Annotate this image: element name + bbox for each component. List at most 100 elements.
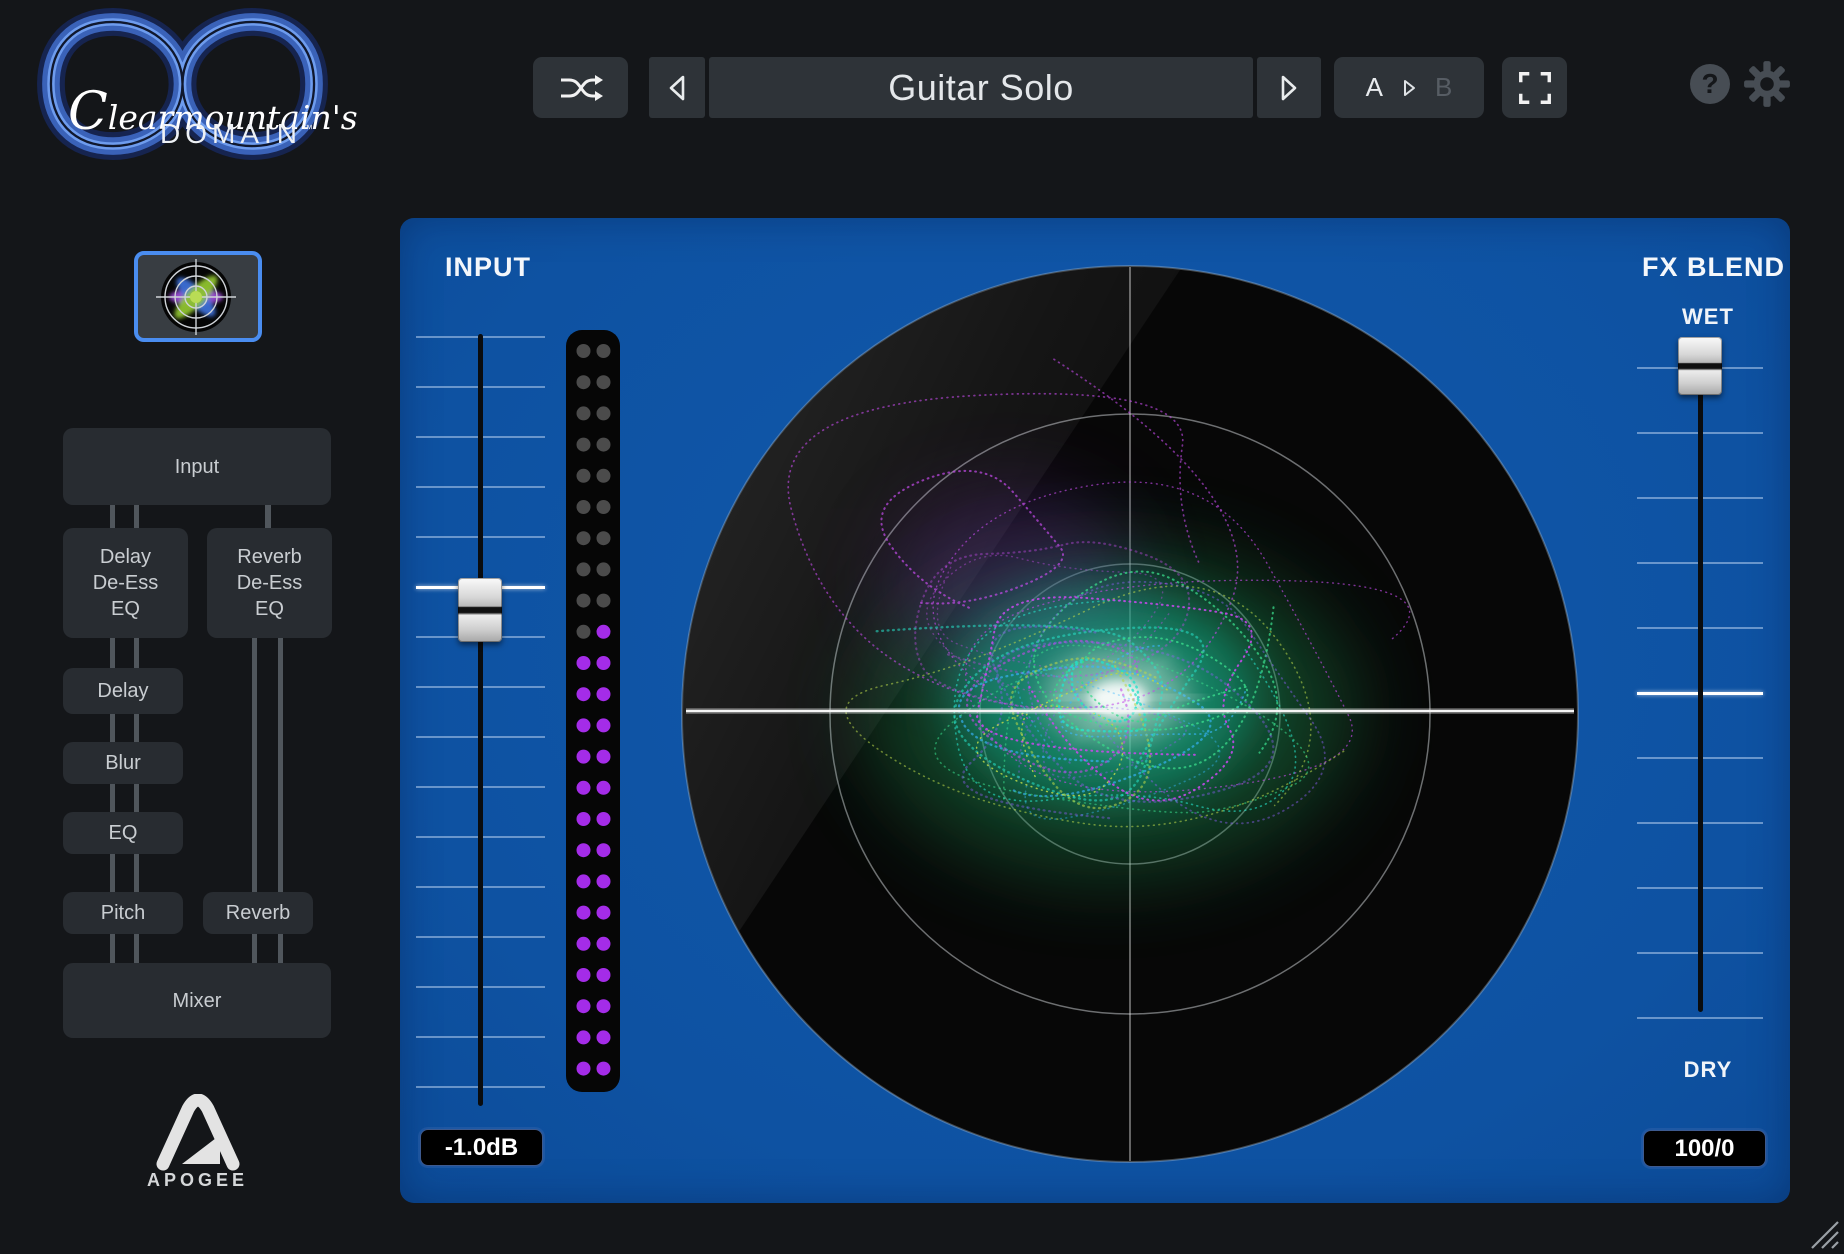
- meter-led: [597, 375, 611, 389]
- fx-fader-track[interactable]: [1698, 350, 1703, 1012]
- trademark: ™: [302, 124, 313, 136]
- meter-led: [597, 406, 611, 420]
- flow-box-input[interactable]: Input: [63, 428, 331, 505]
- settings-button[interactable]: [1742, 59, 1792, 109]
- next-preset-button[interactable]: [1257, 57, 1321, 118]
- flow-connector-line: [134, 934, 139, 963]
- flow-label: Delay: [97, 678, 148, 704]
- flow-label: Input: [175, 454, 219, 480]
- flow-connector-line: [110, 934, 115, 963]
- meter-led: [577, 843, 591, 857]
- flow-connector-line: [252, 638, 257, 892]
- expand-window-button[interactable]: [1502, 57, 1567, 118]
- input-section-label: INPUT: [445, 252, 531, 283]
- scope-thumbnail-button[interactable]: [134, 251, 262, 342]
- ab-b-label: B: [1435, 72, 1452, 103]
- meter-led: [597, 594, 611, 608]
- shuffle-preset-button[interactable]: [533, 57, 628, 118]
- flow-connector-line: [134, 638, 139, 668]
- flow-connector-line: [134, 505, 139, 528]
- flow-box-pitch[interactable]: Pitch: [63, 892, 183, 934]
- preset-name-field[interactable]: Guitar Solo: [709, 57, 1253, 118]
- meter-led: [577, 1030, 591, 1044]
- flow-box-reverb-deess-eq[interactable]: Reverb De-Ess EQ: [207, 528, 332, 638]
- meter-led: [577, 718, 591, 732]
- resize-grip[interactable]: [1804, 1214, 1840, 1250]
- flow-box-blur[interactable]: Blur: [63, 742, 183, 784]
- flow-box-eq[interactable]: EQ: [63, 812, 183, 854]
- flow-box-delay-deess-eq[interactable]: Delay De-Ess EQ: [63, 528, 188, 638]
- fader-tick: [1637, 1017, 1763, 1019]
- dry-label: DRY: [1648, 1057, 1768, 1083]
- meter-led: [597, 656, 611, 670]
- flow-connector-line: [134, 784, 139, 812]
- meter-led: [597, 625, 611, 639]
- flow-connector-line: [110, 784, 115, 812]
- right-triangle-icon: [1278, 73, 1300, 103]
- gear-icon: [1742, 59, 1792, 109]
- ab-arrow-icon: [1401, 78, 1417, 98]
- meter-led: [577, 469, 591, 483]
- plugin-window: Clearmountain's DOMAIN™ Guitar Solo A B: [0, 0, 1844, 1254]
- input-fader-handle[interactable]: [458, 578, 502, 642]
- flow-label: EQ: [109, 820, 138, 846]
- meter-led: [577, 406, 591, 420]
- meter-led: [577, 531, 591, 545]
- meter-led: [597, 1062, 611, 1076]
- flow-box-delay[interactable]: Delay: [63, 668, 183, 714]
- flow-connector-line: [110, 714, 115, 742]
- question-mark-icon: ?: [1701, 68, 1718, 100]
- flow-label: De-Ess: [93, 570, 159, 596]
- left-triangle-icon: [666, 73, 688, 103]
- meter-led: [597, 750, 611, 764]
- meter-led: [577, 500, 591, 514]
- flow-label: Reverb: [226, 900, 290, 926]
- wet-label: WET: [1648, 304, 1768, 330]
- meter-led: [577, 781, 591, 795]
- meter-led: [577, 937, 591, 951]
- flow-label: Pitch: [101, 900, 145, 926]
- meter-led: [577, 1062, 591, 1076]
- flow-label: Mixer: [173, 988, 222, 1014]
- flow-connector-line: [110, 854, 115, 892]
- meter-led: [597, 500, 611, 514]
- fullscreen-corners-icon: [1516, 69, 1554, 107]
- meter-led: [597, 562, 611, 576]
- meter-led: [577, 812, 591, 826]
- flow-box-reverb[interactable]: Reverb: [203, 892, 313, 934]
- input-fader-track[interactable]: [478, 334, 483, 1106]
- meter-led: [597, 718, 611, 732]
- meter-led: [577, 375, 591, 389]
- meter-led: [597, 1030, 611, 1044]
- flow-connector-line: [134, 714, 139, 742]
- fx-blend-section-label: FX BLEND: [1642, 252, 1785, 283]
- prev-preset-button[interactable]: [649, 57, 705, 118]
- flow-connector-line: [252, 934, 257, 963]
- flow-connector-line: [278, 934, 283, 963]
- vector-scope-display: [660, 244, 1600, 1184]
- meter-led: [577, 906, 591, 920]
- meter-led: [577, 874, 591, 888]
- flow-label: Delay: [100, 544, 151, 570]
- meter-led: [597, 937, 611, 951]
- help-button[interactable]: ?: [1690, 64, 1730, 104]
- input-level-meter: [566, 330, 620, 1092]
- flow-box-mixer[interactable]: Mixer: [63, 963, 331, 1038]
- meter-led: [597, 843, 611, 857]
- meter-led: [597, 874, 611, 888]
- fx-fader-handle[interactable]: [1678, 337, 1722, 395]
- ab-compare-button[interactable]: A B: [1334, 57, 1484, 118]
- shuffle-icon: [558, 70, 604, 106]
- meter-led: [597, 906, 611, 920]
- meter-led: [597, 999, 611, 1013]
- meter-led: [577, 594, 591, 608]
- flow-connector-line: [278, 638, 283, 892]
- flow-connector-line: [265, 505, 271, 528]
- input-gain-value[interactable]: -1.0dB: [420, 1129, 543, 1166]
- meter-led: [597, 812, 611, 826]
- brand-logo: Clearmountain's DOMAIN™: [0, 0, 360, 175]
- apogee-wordmark: APOGEE: [120, 1170, 275, 1191]
- fx-blend-value[interactable]: 100/0: [1643, 1130, 1766, 1167]
- meter-led: [577, 999, 591, 1013]
- preset-name: Guitar Solo: [888, 67, 1074, 109]
